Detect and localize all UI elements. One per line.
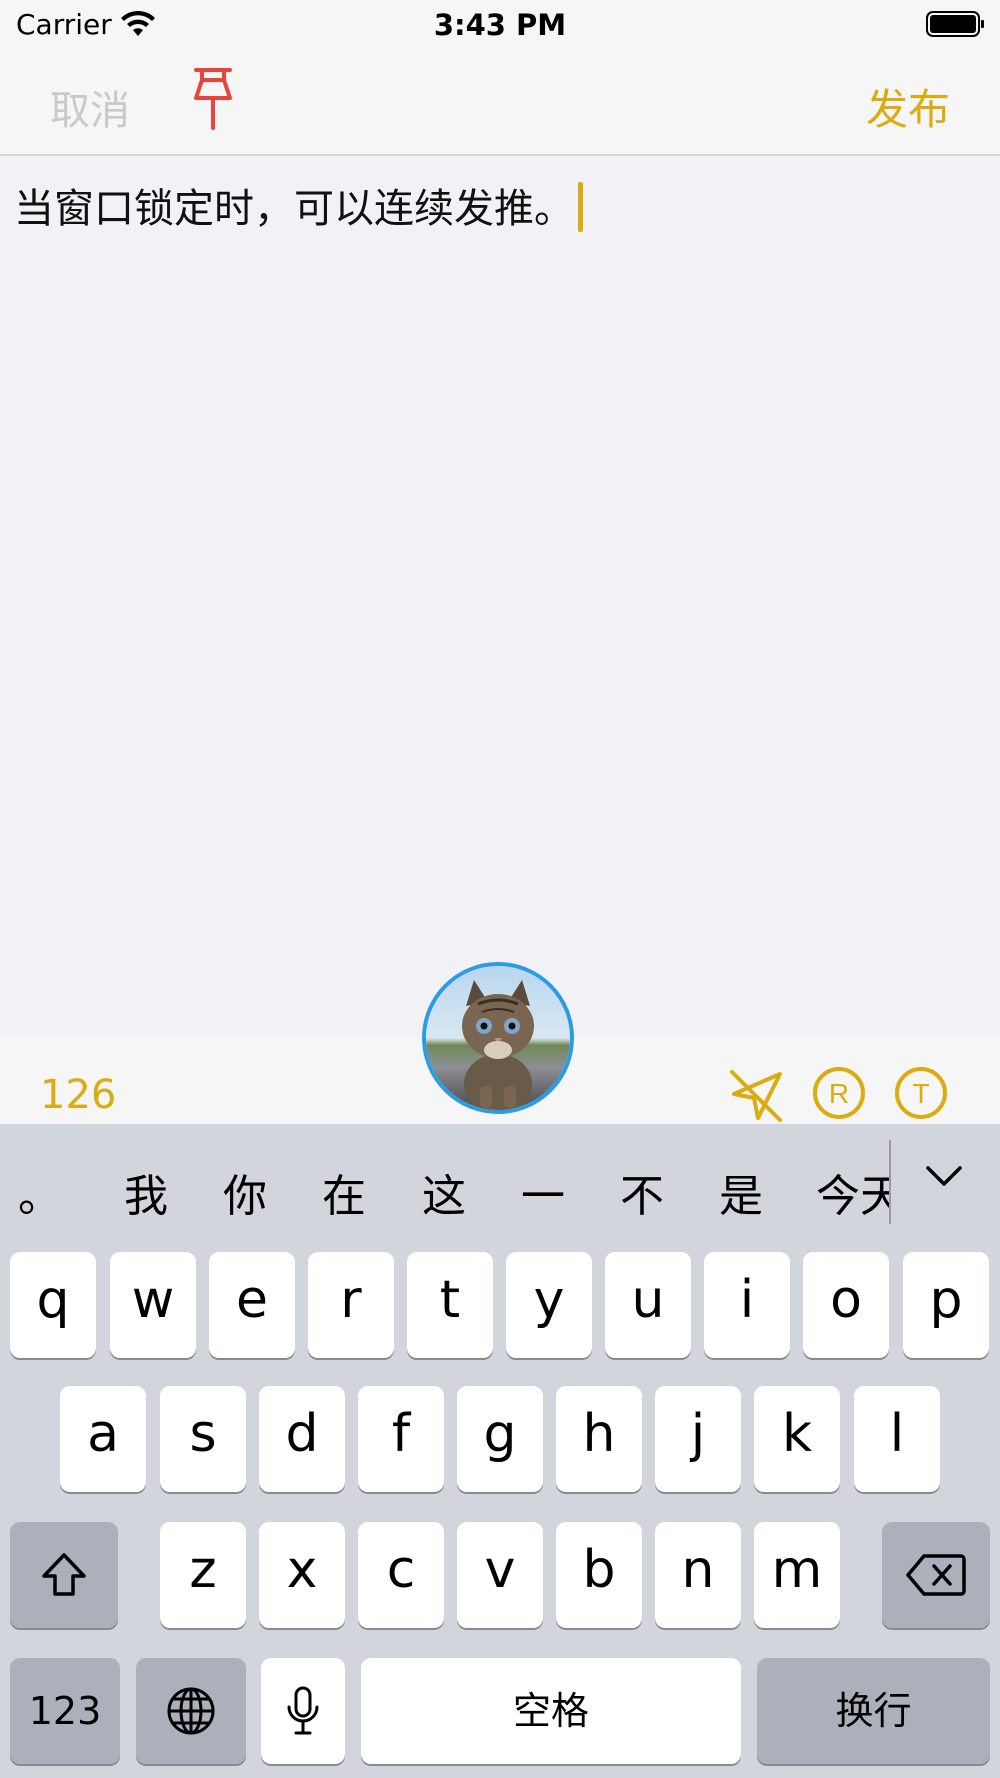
candidate-item[interactable]: 这 (422, 1160, 466, 1224)
key-label: d (285, 1404, 319, 1464)
key-label: 换行 (835, 1689, 912, 1733)
key-label: c (386, 1540, 416, 1600)
key-label: i (739, 1270, 755, 1330)
key-label: u (631, 1270, 665, 1330)
candidate-divider (889, 1140, 891, 1224)
globe-icon (167, 1687, 215, 1735)
key-t[interactable]: t (407, 1252, 493, 1358)
cancel-button[interactable]: 取消 (50, 78, 130, 136)
key-label: y (533, 1270, 565, 1330)
chevron-down-icon[interactable] (924, 1164, 964, 1190)
key-label: g (483, 1404, 517, 1464)
shift-icon (42, 1553, 86, 1596)
key-w[interactable]: w (110, 1252, 196, 1358)
key-label: h (582, 1404, 616, 1464)
key-i[interactable]: i (704, 1252, 790, 1358)
text-caret (578, 182, 583, 232)
key-d[interactable]: d (259, 1386, 345, 1492)
key-label: k (781, 1404, 813, 1464)
key-label: q (36, 1270, 70, 1330)
key-q[interactable]: q (10, 1252, 96, 1358)
key-l[interactable]: l (854, 1386, 940, 1492)
compose-nav-bar: 取消 发布 (0, 50, 1000, 156)
key-m[interactable]: m (754, 1522, 840, 1628)
text-mode-icon[interactable]: T (894, 1066, 948, 1120)
key-s[interactable]: s (160, 1386, 246, 1492)
key-h[interactable]: h (556, 1386, 642, 1492)
key-z[interactable]: z (160, 1522, 246, 1628)
key-p[interactable]: p (903, 1252, 989, 1358)
candidate-item[interactable]: 是 (719, 1160, 763, 1224)
status-bar: Carrier 3:43 PM (0, 0, 1000, 50)
space-key[interactable]: 空格 (361, 1658, 741, 1764)
key-label: v (484, 1540, 516, 1600)
key-label: 空格 (512, 1689, 589, 1733)
key-b[interactable]: b (556, 1522, 642, 1628)
key-y[interactable]: y (506, 1252, 592, 1358)
key-label: f (391, 1404, 411, 1464)
key-label: s (189, 1404, 217, 1464)
numbers-key[interactable]: 123 (10, 1658, 120, 1764)
key-label: r (340, 1270, 362, 1330)
key-label: o (830, 1270, 862, 1330)
key-label: n (681, 1540, 715, 1600)
key-u[interactable]: u (605, 1252, 691, 1358)
key-x[interactable]: x (259, 1522, 345, 1628)
key-label: b (582, 1540, 616, 1600)
candidate-item[interactable]: 我 (124, 1160, 168, 1224)
backspace-key[interactable] (882, 1522, 990, 1628)
svg-text:R: R (829, 1078, 849, 1109)
key-label: p (929, 1270, 963, 1330)
compose-text-field[interactable]: 当窗口锁定时，可以连续发推。 (14, 176, 583, 234)
key-label: a (87, 1404, 119, 1464)
pin-icon[interactable] (188, 66, 238, 132)
key-g[interactable]: g (457, 1386, 543, 1492)
battery-icon (926, 11, 984, 37)
key-label: m (771, 1540, 823, 1600)
candidate-item[interactable]: 一 (521, 1160, 565, 1224)
retweet-mode-icon[interactable]: R (812, 1066, 866, 1120)
key-label: t (439, 1270, 461, 1330)
key-j[interactable]: j (655, 1386, 741, 1492)
candidate-item[interactable]: 今天 (816, 1160, 889, 1224)
publish-button[interactable]: 发布 (866, 76, 950, 137)
key-f[interactable]: f (358, 1386, 444, 1492)
key-label: z (189, 1540, 217, 1600)
key-label: l (889, 1404, 905, 1464)
microphone-icon (287, 1686, 319, 1735)
return-key[interactable]: 换行 (757, 1658, 990, 1764)
key-k[interactable]: k (754, 1386, 840, 1492)
key-r[interactable]: r (308, 1252, 394, 1358)
compose-text: 当窗口锁定时，可以连续发推。 (14, 186, 574, 232)
candidate-item[interactable]: 在 (322, 1160, 366, 1224)
svg-text:T: T (912, 1078, 929, 1109)
compose-area[interactable]: 当窗口锁定时，可以连续发推。 (0, 156, 1000, 1036)
candidate-item[interactable]: 你 (223, 1160, 267, 1224)
cat-photo (426, 966, 570, 1110)
key-label: w (131, 1270, 175, 1330)
key-label: 123 (28, 1689, 102, 1733)
character-counter: 126 (40, 1072, 117, 1118)
backspace-icon (906, 1554, 966, 1596)
key-label: j (690, 1404, 706, 1464)
key-label: e (236, 1270, 268, 1330)
key-c[interactable]: c (358, 1522, 444, 1628)
clock: 3:43 PM (433, 8, 567, 42)
key-o[interactable]: o (803, 1252, 889, 1358)
key-a[interactable]: a (60, 1386, 146, 1492)
globe-key[interactable] (136, 1658, 246, 1764)
key-n[interactable]: n (655, 1522, 741, 1628)
account-avatar[interactable] (422, 962, 574, 1114)
key-label: x (286, 1540, 318, 1600)
key-v[interactable]: v (457, 1522, 543, 1628)
candidate-item[interactable]: 不 (620, 1160, 664, 1224)
keyboard: 。 我 你 在 这 一 不 是 今天 q w e r t y u i o p a… (0, 1124, 1000, 1778)
dictation-key[interactable] (261, 1658, 345, 1764)
shift-key[interactable] (10, 1522, 118, 1628)
candidate-bar: 。 我 你 在 这 一 不 是 今天 (0, 1124, 1000, 1242)
location-off-icon[interactable] (726, 1066, 786, 1126)
candidate-item[interactable]: 。 (18, 1160, 62, 1224)
key-e[interactable]: e (209, 1252, 295, 1358)
